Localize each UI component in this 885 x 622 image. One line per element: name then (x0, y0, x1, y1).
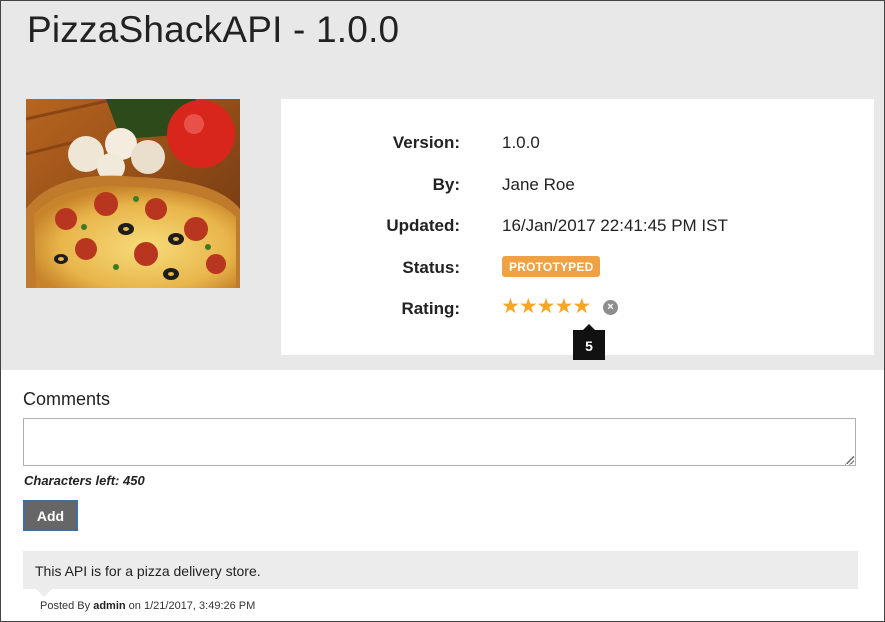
comment-timestamp: 1/21/2017, 3:49:26 PM (143, 600, 256, 612)
rating-tooltip: 5 (573, 324, 605, 360)
clear-rating-icon[interactable]: × (603, 300, 618, 315)
api-thumbnail (26, 99, 240, 288)
api-title: PizzaShackAPI - 1.0.0 (27, 9, 400, 50)
by-label: By: (432, 175, 460, 194)
api-header: PizzaShackAPI - 1.0.0 Version: 1.0.0 By:… (1, 1, 884, 370)
comments-heading: Comments (23, 389, 111, 409)
rating-row: Rating: ★★★★★ × 5 (281, 295, 874, 360)
comment-author: admin (93, 600, 126, 612)
comment-text: This API is for a pizza delivery store. (35, 563, 261, 579)
posted-by-prefix: Posted By (40, 600, 91, 612)
rating-stars[interactable]: ★★★★★ (501, 295, 591, 319)
characters-left: Characters left: 450 (24, 473, 145, 488)
api-info-card: Version: 1.0.0 By: Jane Roe Updated: 16/… (281, 99, 874, 360)
comment-pointer (36, 589, 52, 597)
status-badge: PROTOTYPED (502, 256, 601, 277)
version-label: Version: (392, 133, 460, 152)
updated-label: Updated: (386, 216, 460, 235)
status-row: Status: PROTOTYPED (281, 256, 874, 282)
version-value: 1.0.0 (502, 133, 540, 152)
add-comment-button[interactable]: Add (23, 500, 78, 531)
by-value: Jane Roe (502, 175, 575, 194)
resize-grip-icon[interactable] (845, 456, 854, 465)
version-row: Version: 1.0.0 (281, 133, 874, 157)
star-icon[interactable]: ★ (572, 295, 591, 319)
updated-row: Updated: 16/Jan/2017 22:41:45 PM IST (281, 216, 874, 240)
pizza-image (26, 99, 240, 288)
comment-meta: Posted By admin on 1/21/2017, 3:49:26 PM (40, 600, 255, 612)
rating-label: Rating: (401, 299, 460, 318)
on-prefix: on (128, 600, 141, 612)
star-icon[interactable]: ★ (554, 295, 573, 319)
comment-input[interactable] (23, 418, 856, 466)
by-row: By: Jane Roe (281, 175, 874, 199)
updated-value: 16/Jan/2017 22:41:45 PM IST (502, 216, 728, 235)
star-icon[interactable]: ★ (501, 295, 520, 319)
comment-item: This API is for a pizza delivery store. (23, 551, 858, 597)
star-icon[interactable]: ★ (519, 295, 538, 319)
star-icon[interactable]: ★ (537, 295, 556, 319)
status-label: Status: (402, 258, 460, 277)
